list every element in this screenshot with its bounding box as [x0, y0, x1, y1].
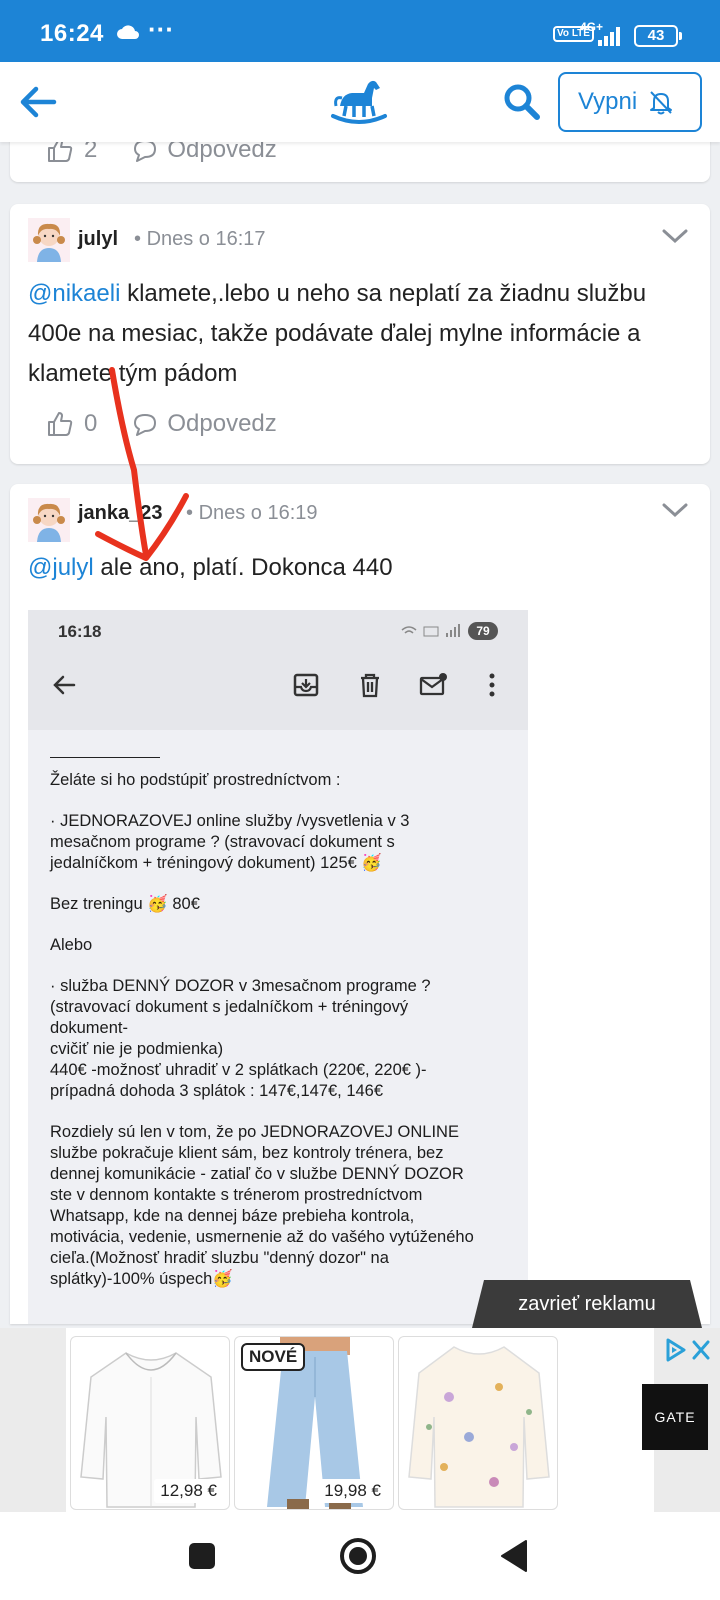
- mail-unread-icon: [419, 673, 447, 696]
- comment-date-text: Dnes o 16:19: [198, 502, 318, 524]
- comment-body: klamete,.lebo u neho sa neplatí za žiadn…: [28, 280, 647, 387]
- email-paragraph: · služba DENNÝ DOZOR v 3mesačnom program…: [50, 977, 431, 1100]
- recent-apps-icon[interactable]: [180, 1534, 224, 1578]
- chevron-down-icon[interactable]: [662, 502, 688, 518]
- mention-link[interactable]: @nikaeli: [28, 280, 120, 307]
- reply-label: Odpovedz: [167, 410, 277, 437]
- archive-icon: [293, 673, 319, 697]
- screenshot-back-icon: [53, 675, 76, 695]
- product-price: 19,98 €: [318, 1479, 387, 1503]
- bell-off-icon: [650, 91, 673, 115]
- screenshot-time: 16:18: [58, 622, 102, 641]
- comment-text: @julyl ale áno, platí. Dokonca 440: [28, 548, 686, 588]
- trash-icon: [361, 673, 379, 698]
- status-bar: 16:24 ··· Vo LTE 4G+ 43: [0, 0, 720, 62]
- ad-product-card[interactable]: [398, 1336, 558, 1510]
- reply-button[interactable]: Odpovedz: [131, 410, 277, 438]
- comment-text: @nikaeli klamete,.lebo u neho sa neplatí…: [28, 274, 686, 394]
- cloud-icon: [117, 25, 139, 39]
- email-paragraph: Bez treningu 🥳 80€: [50, 895, 200, 913]
- ad-product-card[interactable]: NOVÉ 19,98 €: [234, 1336, 394, 1510]
- like-button[interactable]: 0: [46, 410, 97, 438]
- home-icon[interactable]: [336, 1534, 380, 1578]
- comment-username[interactable]: julyl: [78, 228, 118, 251]
- mute-notifications-button[interactable]: Vypni: [558, 72, 702, 132]
- chevron-down-icon[interactable]: [662, 228, 688, 244]
- screenshot-toolbar: 16:18 79: [28, 610, 528, 730]
- search-icon[interactable]: [500, 80, 544, 124]
- battery-icon: 43: [634, 25, 682, 47]
- product-price: 12,98 €: [154, 1479, 223, 1503]
- comment-date: • Dnes o 16:19: [186, 502, 318, 524]
- new-badge: NOVÉ: [241, 1343, 306, 1371]
- status-time: 16:24: [40, 20, 104, 47]
- avatar[interactable]: [28, 498, 70, 542]
- email-paragraph: · JEDNORAZOVEJ online služby /vysvetleni…: [50, 812, 410, 872]
- more-vertical-icon: [489, 673, 495, 697]
- comment-date: • Dnes o 16:17: [134, 228, 266, 250]
- comment-date-text: Dnes o 16:17: [146, 228, 266, 250]
- notification-dots: ···: [148, 14, 174, 44]
- wifi-signal-icon: [401, 624, 460, 637]
- mention-link[interactable]: @julyl: [28, 554, 94, 581]
- system-navigation-bar: [0, 1512, 720, 1600]
- like-count: 0: [84, 410, 98, 437]
- speech-bubble-icon: [134, 414, 157, 436]
- email-paragraph: Rozdiely sú len v tom, že po JEDNORAZOVE…: [50, 1123, 474, 1288]
- rocking-horse-logo-icon[interactable]: [330, 76, 388, 128]
- close-ad-button[interactable]: zavrieť reklamu: [472, 1280, 702, 1328]
- ad-banner[interactable]: 12,98 € NOVÉ 19,98 € GATE: [0, 1328, 720, 1512]
- comment-actions: 0 Odpovedz: [46, 410, 277, 438]
- mute-button-label: Vypni: [578, 88, 638, 115]
- email-paragraph: Želáte si ho podstúpiť prostredníctvom :: [50, 771, 341, 789]
- comment-body: ale áno, platí. Dokonca 440: [93, 554, 393, 581]
- ad-content: 12,98 € NOVÉ 19,98 € GATE: [66, 1328, 710, 1512]
- brand-logo[interactable]: GATE: [642, 1384, 708, 1450]
- divider-line: [50, 750, 160, 758]
- signal-icon: [598, 27, 620, 46]
- attached-screenshot-image[interactable]: 16:18 79 Želáte si ho podstúpiť prostred…: [28, 610, 528, 1324]
- comment-username[interactable]: janka_23: [78, 502, 163, 525]
- screenshot-battery: 79: [468, 622, 498, 640]
- floral-blouse-image: [408, 1346, 550, 1508]
- email-body: Želáte si ho podstúpiť prostredníctvom :…: [28, 730, 528, 1324]
- email-paragraph: Alebo: [50, 936, 93, 954]
- comment-card-julyl: julyl • Dnes o 16:17 @nikaeli klamete,.l…: [10, 204, 710, 464]
- ad-choices-icon[interactable]: [664, 1336, 712, 1364]
- ad-product-card[interactable]: 12,98 €: [70, 1336, 230, 1510]
- avatar[interactable]: [28, 218, 70, 262]
- thumbs-up-icon: [48, 412, 73, 436]
- comment-card-janka: janka_23 • Dnes o 16:19 @julyl ale áno, …: [10, 484, 710, 1324]
- back-triangle-icon[interactable]: [494, 1534, 538, 1578]
- back-arrow-icon[interactable]: [14, 78, 62, 126]
- app-header: Vypni: [0, 62, 720, 142]
